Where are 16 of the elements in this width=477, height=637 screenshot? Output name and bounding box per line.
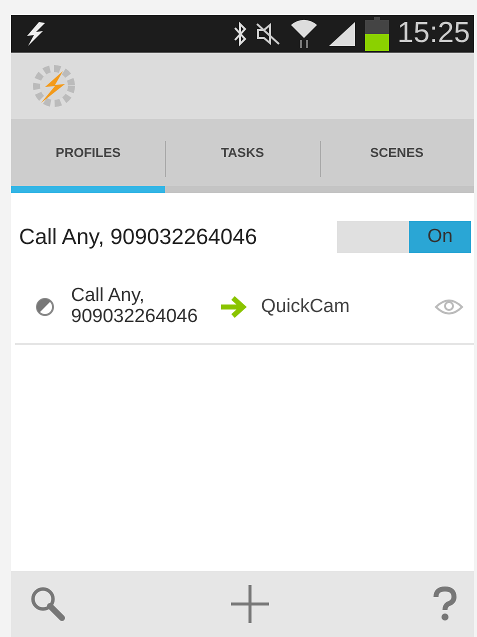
arrow-icon [219, 295, 247, 319]
toggle-switch[interactable]: On [337, 221, 471, 253]
wifi-icon [289, 18, 320, 50]
half-circle-icon [35, 297, 55, 317]
battery-icon [365, 16, 390, 50]
eye-icon[interactable] [434, 298, 464, 316]
help-icon[interactable] [432, 586, 458, 622]
clock-time: 15:25 [397, 19, 470, 48]
signal-icon [327, 20, 358, 48]
bluetooth-icon [233, 20, 248, 46]
context-label[interactable]: Call Any, 909032264046 [71, 286, 219, 328]
profile-name[interactable]: Call Any, 909032264046 [19, 224, 258, 250]
search-icon[interactable] [29, 585, 67, 623]
task-label[interactable]: QuickCam [261, 296, 434, 318]
mute-icon [255, 22, 282, 46]
add-icon[interactable] [230, 584, 270, 624]
